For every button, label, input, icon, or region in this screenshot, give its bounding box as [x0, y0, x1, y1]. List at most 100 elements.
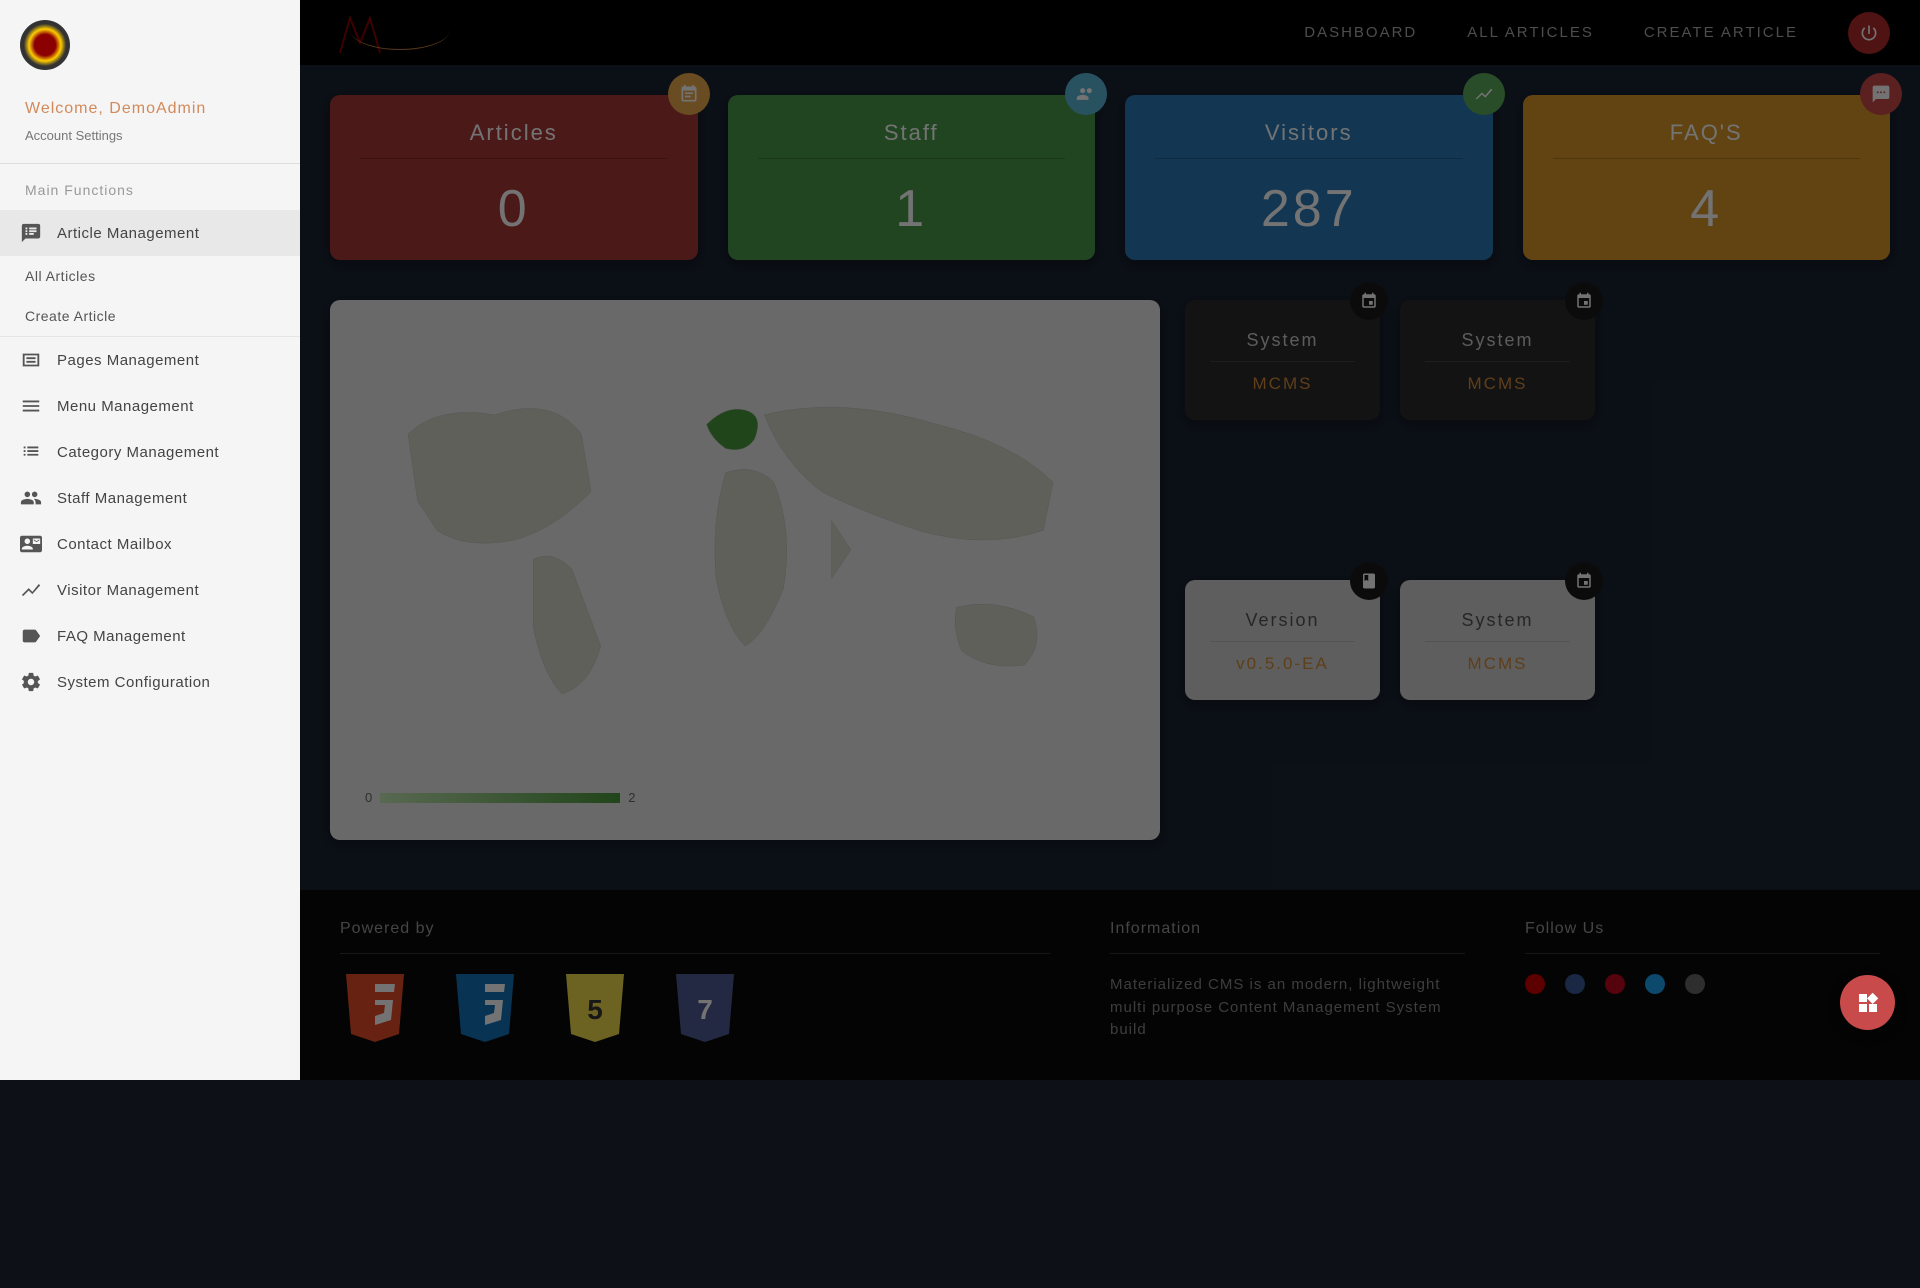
footer-information: Information Materialized CMS is an moder…	[1110, 920, 1465, 1050]
info-title: System	[1425, 610, 1570, 642]
card-value: 1	[758, 179, 1066, 239]
settings-icon	[20, 671, 42, 693]
dashboard-content: Articles 0 Staff 1 Visitors 287 FAQ'S 4	[300, 65, 1920, 870]
info-icon	[1350, 282, 1388, 320]
stat-card-articles[interactable]: Articles 0	[330, 95, 698, 260]
sidebar-item-contact-mailbox[interactable]: Contact Mailbox	[0, 521, 300, 567]
nav-links: DASHBOARD ALL ARTICLES CREATE ARTICLE	[1304, 12, 1890, 54]
sidebar-item-article-management[interactable]: Article Management	[0, 210, 300, 256]
info-value: v0.5.0-EA	[1210, 654, 1355, 674]
card-icon	[1463, 73, 1505, 115]
footer-follow-us: Follow Us	[1525, 920, 1880, 1050]
facebook-icon[interactable]	[1565, 974, 1585, 994]
speaker-notes-icon	[20, 222, 42, 244]
label-icon	[20, 625, 42, 647]
section-label: Main Functions	[0, 164, 300, 210]
sidebar-item-pages-management[interactable]: Pages Management	[0, 337, 300, 383]
event-icon	[1575, 292, 1593, 310]
contact-mail-icon	[20, 533, 42, 555]
nav-link-create-article[interactable]: CREATE ARTICLE	[1644, 24, 1798, 41]
info-icon	[1565, 282, 1603, 320]
mid-row: 0 2 System MCMS System MCMS	[330, 300, 1890, 840]
sidebar-item-label: Menu Management	[57, 398, 194, 415]
legend-gradient	[380, 793, 620, 803]
info-card-version[interactable]: Version v0.5.0-EA	[1185, 580, 1380, 700]
footer: Powered by 5 7 Information Materialized …	[300, 890, 1920, 1080]
twitter-icon[interactable]	[1645, 974, 1665, 994]
app-logo	[20, 20, 70, 70]
sidebar-item-system-configuration[interactable]: System Configuration	[0, 659, 300, 705]
info-card-system-2[interactable]: System MCMS	[1400, 300, 1595, 420]
nav-link-dashboard[interactable]: DASHBOARD	[1304, 24, 1417, 41]
class-icon	[1360, 572, 1378, 590]
tech-icons: 5 7	[340, 974, 1050, 1054]
info-icon	[1350, 562, 1388, 600]
info-card-system-3[interactable]: System MCMS	[1400, 580, 1595, 700]
info-value: MCMS	[1425, 654, 1570, 674]
map-legend: 0 2	[365, 790, 635, 805]
sidebar-item-category-management[interactable]: Category Management	[0, 429, 300, 475]
event-icon	[1360, 292, 1378, 310]
sidebar-item-label: Visitor Management	[57, 582, 199, 599]
sidebar-item-label: FAQ Management	[57, 628, 186, 645]
youtube-icon[interactable]	[1525, 974, 1545, 994]
sidebar-logo-area	[0, 0, 300, 95]
card-title: Staff	[758, 120, 1066, 159]
footer-powered-by: Powered by 5 7	[340, 920, 1050, 1050]
legend-max: 2	[628, 790, 635, 805]
comment-icon	[1871, 84, 1891, 104]
card-value: 0	[360, 179, 668, 239]
card-title: Articles	[360, 120, 668, 159]
sidebar-item-label: Contact Mailbox	[57, 536, 172, 553]
event-icon	[1575, 572, 1593, 590]
stat-card-visitors[interactable]: Visitors 287	[1125, 95, 1493, 260]
power-button[interactable]	[1848, 12, 1890, 54]
power-icon	[1859, 23, 1879, 43]
nav-link-all-articles[interactable]: ALL ARTICLES	[1467, 24, 1594, 41]
sidebar-item-label: Pages Management	[57, 352, 199, 369]
stat-card-staff[interactable]: Staff 1	[728, 95, 1096, 260]
sidebar-sub-create-article[interactable]: Create Article	[0, 296, 300, 336]
legend-min: 0	[365, 790, 372, 805]
card-title: Visitors	[1155, 120, 1463, 159]
info-card-system-1[interactable]: System MCMS	[1185, 300, 1380, 420]
html5-icon	[340, 974, 410, 1054]
info-icon	[1565, 562, 1603, 600]
sidebar-item-label: System Configuration	[57, 674, 210, 691]
pinterest-icon[interactable]	[1605, 974, 1625, 994]
world-map-svg	[360, 330, 1130, 750]
card-icon	[668, 73, 710, 115]
stat-card-faqs[interactable]: FAQ'S 4	[1523, 95, 1891, 260]
sidebar-item-visitor-management[interactable]: Visitor Management	[0, 567, 300, 613]
svg-text:7: 7	[697, 994, 713, 1025]
account-settings-link[interactable]: Account Settings	[0, 128, 300, 163]
top-nav: DASHBOARD ALL ARTICLES CREATE ARTICLE	[300, 0, 1920, 65]
linkedin-icon[interactable]	[1685, 974, 1705, 994]
info-value: MCMS	[1425, 374, 1570, 394]
info-cards-grid: System MCMS System MCMS Version v0.5.0-E…	[1185, 300, 1595, 840]
world-map[interactable]	[360, 330, 1130, 750]
sidebar-sub-all-articles[interactable]: All Articles	[0, 256, 300, 296]
widgets-icon	[1856, 991, 1880, 1015]
sidebar-item-faq-management[interactable]: FAQ Management	[0, 613, 300, 659]
footer-title: Follow Us	[1525, 920, 1880, 954]
sidebar-item-staff-management[interactable]: Staff Management	[0, 475, 300, 521]
footer-title: Powered by	[340, 920, 1050, 954]
info-title: System	[1210, 330, 1355, 362]
info-title: Version	[1210, 610, 1355, 642]
card-value: 287	[1155, 179, 1463, 239]
sidebar-item-menu-management[interactable]: Menu Management	[0, 383, 300, 429]
welcome-text: Welcome, DemoAdmin	[0, 95, 300, 128]
card-icon	[1860, 73, 1902, 115]
brand-logo[interactable]	[330, 8, 450, 58]
php-icon: 7	[670, 974, 740, 1054]
pages-icon	[20, 349, 42, 371]
stat-cards-row: Articles 0 Staff 1 Visitors 287 FAQ'S 4	[330, 95, 1890, 260]
card-value: 4	[1553, 179, 1861, 239]
menu-icon	[20, 395, 42, 417]
event-note-icon	[679, 84, 699, 104]
svg-text:5: 5	[587, 994, 603, 1025]
group-icon	[20, 487, 42, 509]
fab-button[interactable]	[1840, 975, 1895, 1030]
card-icon	[1065, 73, 1107, 115]
